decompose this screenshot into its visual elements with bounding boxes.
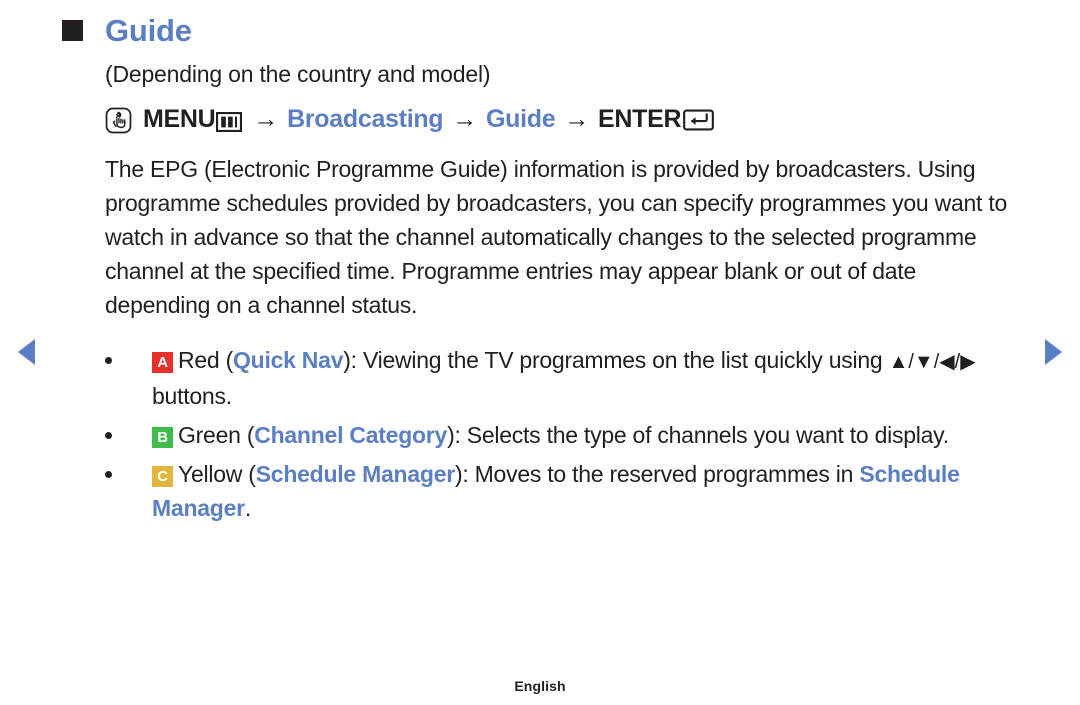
bullet-green-after: ): Selects the type of channels you want… [447, 422, 949, 448]
path-step-guide: Guide [485, 105, 556, 133]
body-block: (Depending on the country and model) MEN… [105, 59, 1024, 525]
bullet-yellow-before: Yellow ( [178, 461, 256, 487]
bullet-dot-icon [105, 432, 112, 439]
colour-key-list: A Red (Quick Nav): Viewing the TV program… [105, 343, 1024, 525]
menu-grid-icon [216, 109, 243, 133]
list-item: B Green (Channel Category): Selects the t… [105, 418, 1024, 452]
badge-c-icon: C [152, 466, 173, 487]
direction-arrows-icon: ▲/▼/◀/▶ [888, 351, 976, 373]
bullet-text-green: B Green (Channel Category): Selects the t… [152, 418, 949, 452]
path-arrow-3: → [564, 105, 590, 133]
page-subtitle: (Depending on the country and model) [105, 61, 491, 87]
bullet-red-after: ): Viewing the TV programmes on the list… [343, 347, 889, 373]
bullet-text-yellow: C Yellow (Schedule Manager): Moves to the… [152, 457, 1024, 525]
badge-b-icon: B [152, 427, 173, 448]
list-item: C Yellow (Schedule Manager): Moves to the… [105, 457, 1024, 525]
description-paragraph: The EPG (Electronic Programme Guide) inf… [105, 156, 1008, 318]
bullet-dot-icon [105, 357, 112, 364]
bullet-yellow-after: ): Moves to the reserved programmes in [454, 461, 860, 487]
enter-return-icon [683, 108, 715, 131]
bullet-red-tail: buttons. [152, 383, 232, 409]
bullet-text-red: A Red (Quick Nav): Viewing the TV program… [152, 343, 1024, 413]
bullet-yellow-tail: . [244, 495, 251, 521]
bullet-red-feature: Quick Nav [233, 347, 344, 373]
menu-path: MENU → Broadcasting → Guide → ENTER [105, 104, 1024, 134]
badge-a-icon: A [152, 352, 173, 373]
section-square-bullet-icon [62, 20, 83, 41]
path-arrow-1: → [253, 105, 279, 133]
footer-language-label: English [514, 678, 566, 694]
page-title-row: Guide [62, 14, 1024, 48]
next-page-arrow[interactable] [1045, 339, 1062, 365]
bullet-green-feature: Channel Category [254, 422, 448, 448]
enter-label: ENTER [598, 105, 682, 133]
menu-label: MENU [143, 105, 216, 133]
path-step-broadcasting: Broadcasting [287, 105, 444, 133]
content-area: Guide (Depending on the country and mode… [62, 0, 1024, 530]
list-item: A Red (Quick Nav): Viewing the TV program… [105, 343, 1024, 413]
hand-touch-icon [105, 107, 132, 134]
bullet-yellow-feature: Schedule Manager [255, 461, 455, 487]
bullet-green-before: Green ( [178, 422, 255, 448]
bullet-dot-icon [105, 471, 112, 478]
page-title: Guide [105, 13, 192, 48]
bullet-red-before: Red ( [178, 347, 233, 373]
path-arrow-2: → [452, 105, 477, 133]
prev-page-arrow[interactable] [18, 339, 35, 365]
